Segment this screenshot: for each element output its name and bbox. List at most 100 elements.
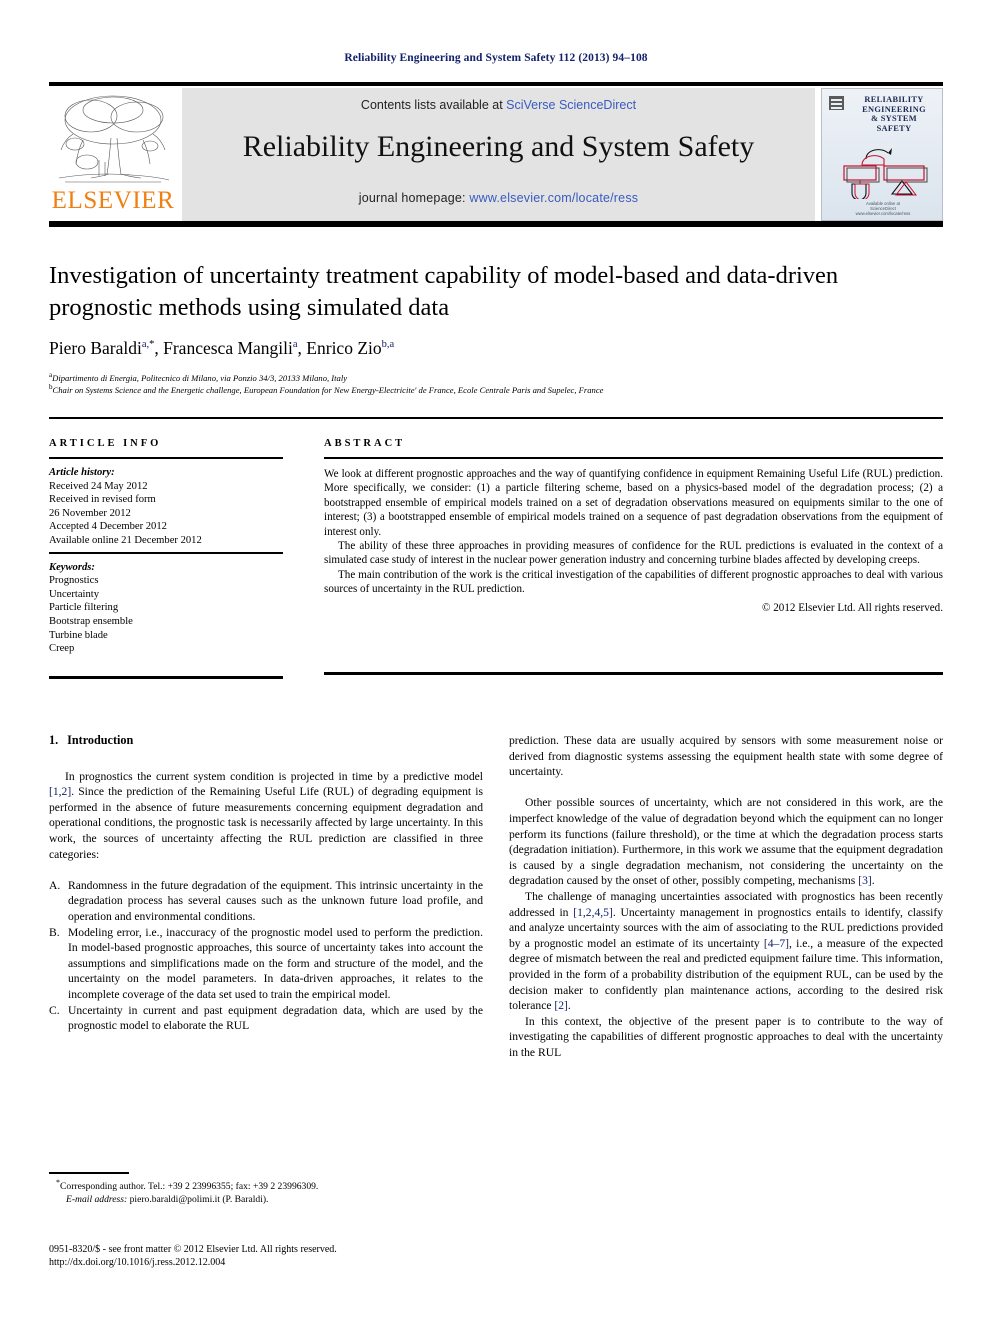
body-paragraph: In this context, the objective of the pr… (509, 1014, 943, 1059)
list-item-text: Modeling error, i.e., inaccuracy of the … (68, 925, 483, 1001)
body-paragraph: Other possible sources of uncertainty, w… (509, 795, 943, 889)
article-history-item: Received 24 May 2012 (49, 480, 148, 492)
abstract-copyright: © 2012 Elsevier Ltd. All rights reserved… (762, 601, 943, 614)
list-item-text: Uncertainty in current and past equipmen… (68, 1003, 483, 1033)
article-history-item: Received in revised form (49, 494, 156, 506)
article-history-item: 26 November 2012 (49, 507, 131, 519)
contents-available-line: Contents lists available at SciVerse Sci… (182, 98, 815, 112)
author-list: Piero Baraldia,*, Francesca Mangilia, En… (49, 338, 849, 359)
citation-ref[interactable]: [2] (554, 999, 568, 1012)
list-item-text: Randomness in the future degradation of … (68, 878, 483, 923)
elsevier-tree-icon (58, 95, 170, 183)
keyword-item: Particle filtering (49, 602, 119, 614)
article-history-label: Article history: (49, 467, 115, 478)
article-history-item: Available online 21 December 2012 (49, 534, 202, 546)
citation-ref[interactable]: [4–7] (764, 937, 789, 950)
article-history: Article history: Received 24 May 2012 Re… (49, 466, 283, 548)
author-sep-1: , (154, 338, 164, 358)
sciencedirect-link[interactable]: SciVerse ScienceDirect (506, 98, 636, 112)
affiliation-b: bChair on Systems Science and the Energe… (49, 382, 939, 396)
article-history-rule (49, 551, 283, 554)
cover-title: RELIABILITY ENGINEERING & SYSTEM SAFETY (848, 95, 940, 133)
body-paragraph: The challenge of managing uncertainties … (509, 889, 943, 1014)
email-value[interactable]: piero.baraldi@polimi.it (P. Baraldi). (127, 1194, 269, 1205)
cover-footer-line-3: www.elsevier.com/locate/ress (855, 211, 911, 216)
abstract-rule (324, 457, 943, 459)
affiliation-text-b: Chair on Systems Science and the Energet… (52, 384, 604, 395)
abstract-column: ABSTRACT We look at different prognostic… (324, 438, 943, 614)
masthead-top-rule (49, 82, 943, 86)
journal-homepage-link[interactable]: www.elsevier.com/locate/ress (469, 191, 638, 205)
journal-band: Contents lists available at SciVerse Sci… (182, 88, 815, 221)
cover-title-line-2: ENGINEERING (862, 104, 926, 114)
abstract-paragraph: The main contribution of the work is the… (324, 568, 943, 596)
body-paragraph: In prognostics the current system condit… (49, 769, 483, 863)
section-number: 1. (49, 733, 59, 747)
keyword-item: Uncertainty (49, 588, 100, 600)
author-name-1: Piero Baraldi (49, 338, 142, 358)
page-title: Investigation of uncertainty treatment c… (49, 262, 839, 321)
running-head: Reliability Engineering and System Safet… (344, 52, 648, 64)
author-name-3: Enrico Zio (306, 338, 382, 358)
body-column-right: prediction. These data are usually acqui… (509, 733, 943, 1060)
keyword-item: Creep (49, 643, 75, 655)
section-title: Introduction (67, 733, 134, 747)
body-text: Other possible sources of uncertainty, w… (509, 796, 943, 888)
keywords-label: Keywords: (49, 561, 95, 573)
citation-ref[interactable]: [3] (858, 874, 872, 887)
body-text: . (871, 874, 875, 888)
list-item-marker: A. (49, 878, 61, 892)
article-info-column: ARTICLE INFO Article history: Received 2… (49, 438, 283, 656)
issn-line: 0951-8320/$ - see front matter © 2012 El… (49, 1244, 337, 1255)
footnote-rule (49, 1172, 129, 1174)
citation-ref[interactable]: [1,2] (49, 785, 71, 798)
author-sep-2: , (297, 338, 307, 358)
author-name-2: Francesca Mangili (163, 338, 293, 358)
homepage-prefix: journal homepage: (358, 191, 470, 205)
citation-ref[interactable]: [1,2,4,5] (573, 906, 613, 919)
doi-line[interactable]: http://dx.doi.org/10.1016/j.ress.2012.12… (49, 1256, 489, 1269)
keyword-item: Bootstrap ensemble (49, 615, 133, 627)
abstract-paragraph: We look at different prognostic approach… (324, 468, 943, 538)
list-item-marker: C. (49, 1003, 60, 1017)
journal-masthead: ELSEVIER Contents lists available at Sci… (49, 82, 943, 227)
keyword-item: Turbine blade (49, 629, 108, 641)
list-item-marker: B. (49, 925, 60, 939)
corresponding-author-text: Corresponding author. Tel.: +39 2 239963… (60, 1181, 319, 1193)
cover-title-line-4: SAFETY (876, 123, 912, 133)
elsevier-logo: ELSEVIER (49, 88, 177, 221)
body-paragraph: prediction. These data are usually acqui… (509, 734, 943, 779)
list-item: C. Uncertainty in current and past equipm… (49, 1003, 483, 1034)
article-info-rule (49, 457, 283, 459)
paper-page: Reliability Engineering and System Safet… (0, 0, 992, 1323)
info-box-top-rule (49, 417, 943, 419)
abstract-heading: ABSTRACT (324, 438, 406, 449)
keyword-item: Prognostics (49, 575, 99, 587)
abstract-bottom-rule (324, 672, 943, 675)
body-text: . (567, 999, 571, 1013)
body-text: In prognostics the current system condit… (65, 769, 483, 783)
article-history-item: Accepted 4 December 2012 (49, 521, 167, 533)
cover-title-line-3: & SYSTEM (871, 114, 917, 124)
email-note: E-mail address: piero.baraldi@polimi.it … (49, 1194, 489, 1207)
cover-title-line-1: RELIABILITY (864, 95, 924, 104)
abstract-body: We look at different prognostic approach… (324, 467, 943, 597)
journal-cover-thumbnail[interactable]: RELIABILITY ENGINEERING & SYSTEM SAFETY (821, 88, 943, 221)
uncertainty-sources-list: A. Randomness in the future degradation o… (49, 878, 483, 1034)
section-heading-introduction: 1. Introduction (49, 733, 483, 749)
contents-prefix: Contents lists available at (360, 98, 507, 112)
list-item: B. Modeling error, i.e., inaccuracy of th… (49, 925, 483, 1003)
article-info-bottom-rule (49, 676, 283, 679)
issn-block: 0951-8320/$ - see front matter © 2012 El… (49, 1243, 489, 1270)
author-affil-mark-3: b,a (381, 339, 395, 351)
elsevier-wordmark: ELSEVIER (51, 187, 175, 214)
article-info-heading: ARTICLE INFO (49, 438, 162, 449)
body-text: . Since the prediction of the Remaining … (49, 785, 483, 861)
email-label: E-mail address: (66, 1193, 128, 1205)
masthead-bottom-rule (49, 221, 943, 227)
corresponding-author-note: *Corresponding author. Tel.: +39 2 23996… (49, 1177, 489, 1194)
list-item: A. Randomness in the future degradation o… (49, 878, 483, 925)
body-column-left: 1. Introduction In prognostics the curren… (49, 733, 483, 1034)
